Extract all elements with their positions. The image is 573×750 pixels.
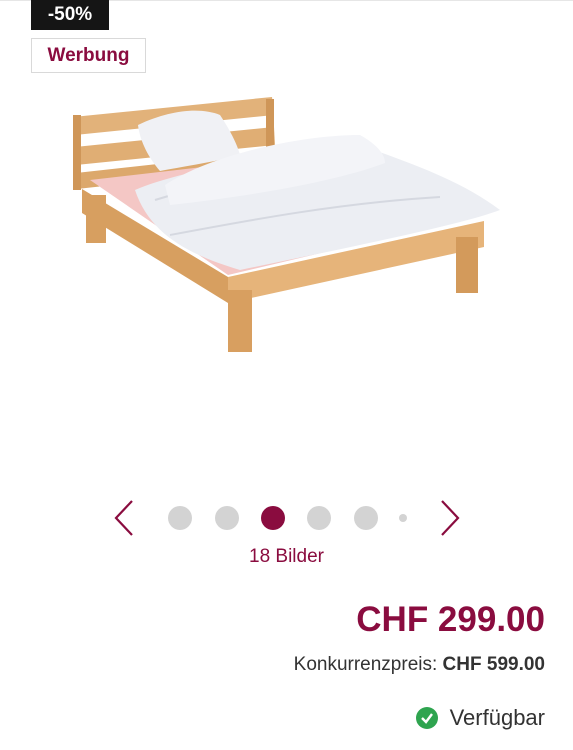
carousel-dot-6[interactable] (399, 514, 407, 522)
ad-badge: Werbung (31, 38, 146, 73)
competitor-price: Konkurrenzpreis: CHF 599.00 (294, 654, 545, 676)
carousel-dot-1[interactable] (168, 506, 192, 530)
carousel-dot-5[interactable] (354, 506, 378, 530)
competitor-price-label: Konkurrenzpreis: (293, 654, 438, 675)
competitor-price-value: CHF 599.00 (442, 654, 545, 675)
discount-badge: -50% (31, 0, 109, 30)
image-count-link[interactable]: 18 Bilder (0, 546, 573, 568)
carousel-dot-2[interactable] (215, 506, 239, 530)
carousel-dot-4[interactable] (307, 506, 331, 530)
price: CHF 299.00 (356, 600, 545, 639)
availability-label: Verfügbar (449, 705, 545, 730)
product-image[interactable] (60, 85, 520, 365)
carousel-dots (0, 506, 573, 530)
availability-status: Verfügbar (415, 704, 545, 732)
check-circle-icon (415, 707, 438, 729)
carousel-dot-3-active[interactable] (261, 506, 285, 530)
